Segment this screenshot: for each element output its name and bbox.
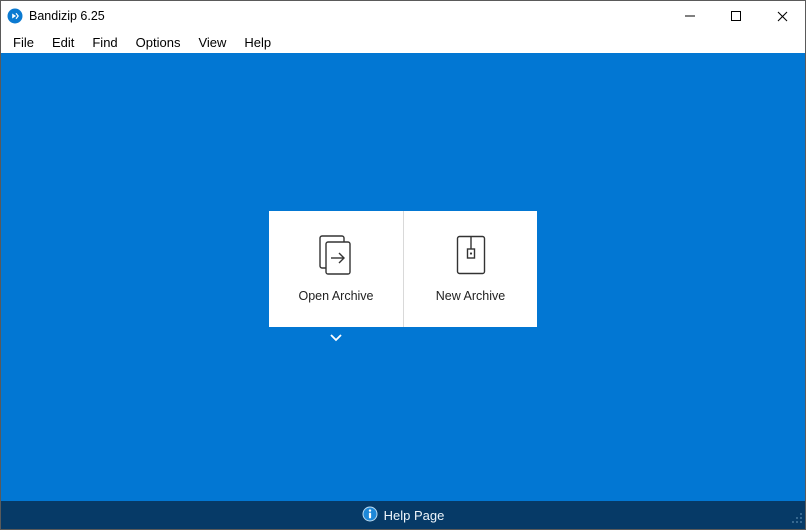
new-archive-button[interactable]: New Archive	[403, 211, 537, 327]
open-archive-label: Open Archive	[298, 289, 373, 303]
maximize-button[interactable]	[713, 1, 759, 31]
new-archive-icon	[456, 235, 486, 275]
app-window: Bandizip 6.25 File Edit Find Options Vie…	[0, 0, 806, 530]
action-cards: Open Archive New Archive	[269, 211, 537, 327]
app-title: Bandizip 6.25	[29, 9, 105, 23]
open-archive-icon	[319, 235, 353, 275]
minimize-button[interactable]	[667, 1, 713, 31]
menu-options[interactable]: Options	[128, 33, 189, 52]
open-archive-button[interactable]: Open Archive	[269, 211, 403, 327]
statusbar: Help Page	[1, 501, 805, 529]
cards-wrap: Open Archive New Archive	[269, 211, 537, 343]
menu-file[interactable]: File	[5, 33, 42, 52]
open-archive-dropdown[interactable]	[269, 333, 403, 343]
new-archive-label: New Archive	[436, 289, 505, 303]
info-icon	[362, 506, 378, 525]
content-area: Open Archive New Archive	[1, 53, 805, 501]
help-page-label: Help Page	[384, 508, 445, 523]
menu-help[interactable]: Help	[236, 33, 279, 52]
menu-find[interactable]: Find	[84, 33, 125, 52]
chevron-down-icon	[329, 333, 343, 343]
close-button[interactable]	[759, 1, 805, 31]
window-controls	[667, 1, 805, 31]
help-page-link[interactable]: Help Page	[362, 506, 445, 525]
menu-view[interactable]: View	[190, 33, 234, 52]
menu-edit[interactable]: Edit	[44, 33, 82, 52]
resize-grip-icon[interactable]	[791, 512, 803, 527]
titlebar: Bandizip 6.25	[1, 1, 805, 31]
menubar: File Edit Find Options View Help	[1, 31, 805, 53]
app-icon	[7, 8, 23, 24]
